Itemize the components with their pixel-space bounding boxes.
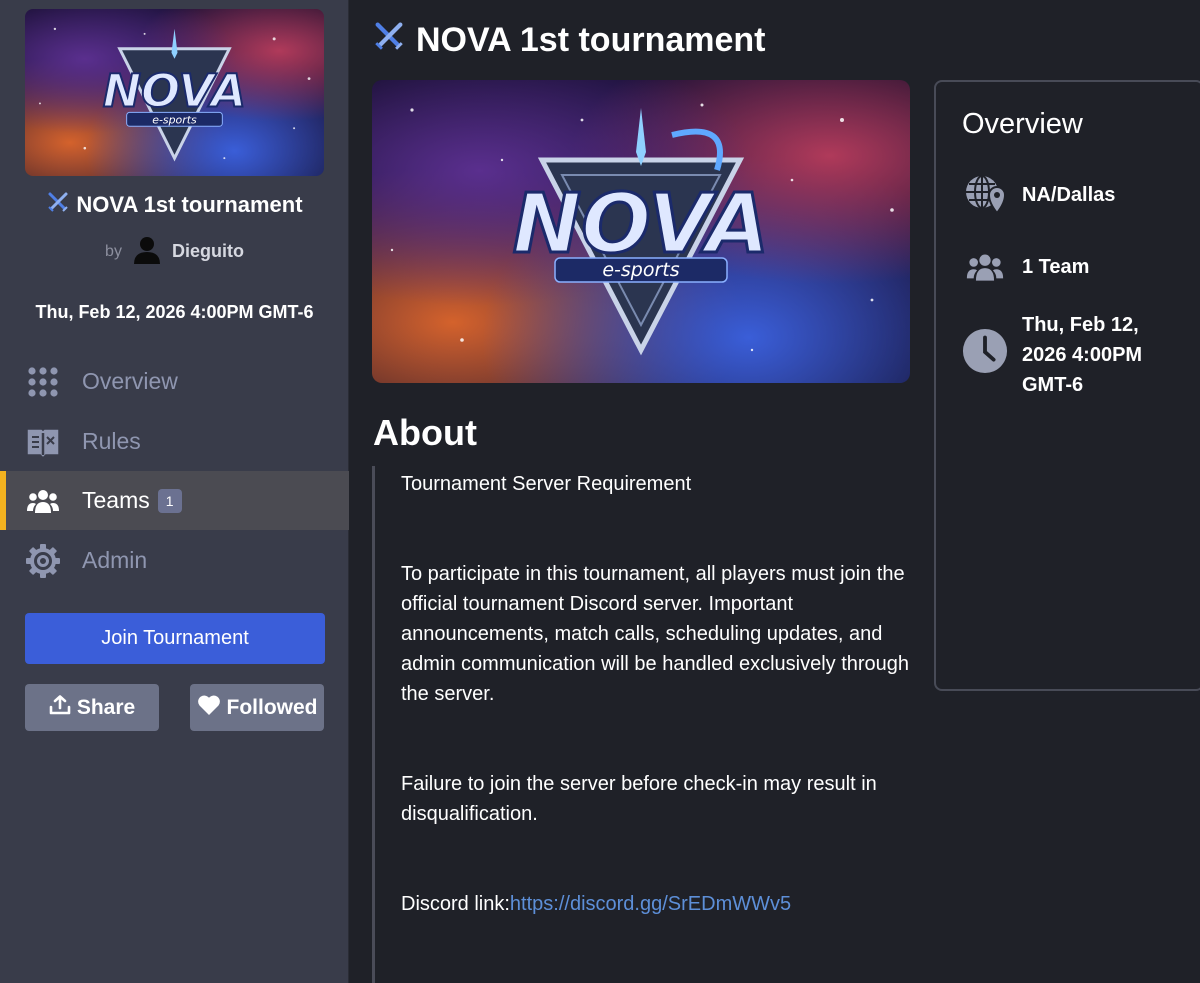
- discord-link[interactable]: https://discord.gg/SrEDmWWv5: [510, 893, 791, 915]
- followed-label: Followed: [226, 695, 318, 719]
- about-paragraph-1: Tournament Server Requirement: [401, 473, 692, 495]
- book-icon: [25, 424, 61, 460]
- tournament-banner-image: NOVA e-sports: [372, 80, 910, 383]
- nav-item-rules[interactable]: Rules: [0, 412, 349, 471]
- about-paragraph-2: To participate in this tournament, all p…: [401, 563, 910, 705]
- nav-label-rules: Rules: [82, 428, 141, 454]
- teams-count-text: 1 Team: [1022, 256, 1090, 278]
- author-name[interactable]: Dieguito: [172, 241, 244, 262]
- nav-item-overview[interactable]: Overview: [0, 352, 349, 411]
- upload-icon: [49, 694, 71, 721]
- teams-count-badge: 1: [157, 488, 182, 513]
- share-label: Share: [76, 695, 136, 719]
- heart-icon: [197, 694, 221, 722]
- date-text: Thu, Feb 12, 2026 4:00PM GMT-6: [1022, 314, 1143, 396]
- join-tournament-button[interactable]: Join Tournament: [25, 613, 325, 664]
- followed-button[interactable]: Followed: [190, 684, 324, 731]
- clock-icon: [962, 328, 1008, 374]
- discord-line: Discord link:https://discord.gg/SrEDmWWv…: [401, 889, 912, 919]
- svg-text:NOVA: NOVA: [103, 64, 247, 117]
- crossed-swords-icon: [46, 190, 70, 220]
- svg-text:e-sports: e-sports: [152, 113, 197, 126]
- nav-label-admin: Admin: [82, 547, 148, 573]
- share-button[interactable]: Share: [25, 684, 159, 731]
- users-icon: [962, 244, 1008, 290]
- overview-card: Overview NA/Dallas 1 Team Thu, Feb 12, 2…: [934, 80, 1200, 691]
- sidebar-date: Thu, Feb 12, 2026 4:00PM GMT-6: [35, 302, 314, 322]
- discord-label: Discord link:: [401, 893, 510, 915]
- users-icon: [25, 483, 61, 519]
- grid-icon: [25, 364, 61, 400]
- by-label: by: [105, 242, 122, 260]
- overview-heading: Overview: [962, 108, 1083, 140]
- svg-text:e-sports: e-sports: [602, 259, 679, 281]
- sidebar-title-text: NOVA 1st tournament: [76, 192, 303, 217]
- sidebar-banner-image: NOVA e-sports: [25, 9, 324, 176]
- sidebar: NOVA e-sports NOVA 1st tournament by Die…: [0, 0, 349, 983]
- page-title-text: NOVA 1st tournament: [416, 20, 766, 59]
- overview-location: NA/Dallas: [962, 172, 1115, 218]
- crossed-swords-icon: [372, 19, 406, 62]
- overview-date: Thu, Feb 12, 2026 4:00PM GMT-6: [962, 310, 1182, 400]
- about-paragraph-3: Failure to join the server before check-…: [401, 773, 877, 825]
- gear-icon: [25, 543, 61, 579]
- sidebar-tournament-title: NOVA 1st tournament: [0, 190, 349, 220]
- page-title: NOVA 1st tournament: [372, 18, 765, 62]
- nav-label-overview: Overview: [82, 368, 178, 394]
- overview-teams: 1 Team: [962, 244, 1089, 290]
- about-heading: About: [373, 412, 477, 453]
- nav-item-teams[interactable]: Teams 1: [0, 471, 349, 530]
- globe-location-icon: [962, 172, 1008, 218]
- nav-label-teams: Teams: [82, 487, 150, 513]
- organizer-line: by Dieguito: [0, 234, 349, 269]
- about-content: Tournament Server Requirement To partici…: [372, 466, 912, 983]
- avatar[interactable]: [132, 234, 162, 269]
- location-text: NA/Dallas: [1022, 184, 1116, 206]
- nav-item-admin[interactable]: Admin: [0, 531, 349, 590]
